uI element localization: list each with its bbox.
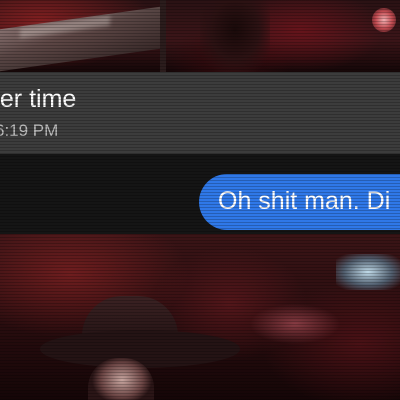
- screen-frame: ger time 6:19 PM Oh shit man. Di: [0, 0, 400, 400]
- photo-bottom[interactable]: [0, 234, 400, 400]
- photo-top-pole: [160, 0, 166, 72]
- sent-message-text: Oh shit man. Di: [218, 187, 391, 215]
- photo-top[interactable]: [0, 0, 400, 72]
- received-message-timestamp: 6:19 PM: [0, 121, 59, 140]
- photo-top-lamp: [372, 8, 396, 32]
- photo-top-figure: [200, 0, 270, 72]
- photo-bottom-neon-sign: [336, 254, 400, 290]
- photo-bottom-neon-reflection: [250, 304, 340, 344]
- received-message-text: ger time: [0, 85, 77, 113]
